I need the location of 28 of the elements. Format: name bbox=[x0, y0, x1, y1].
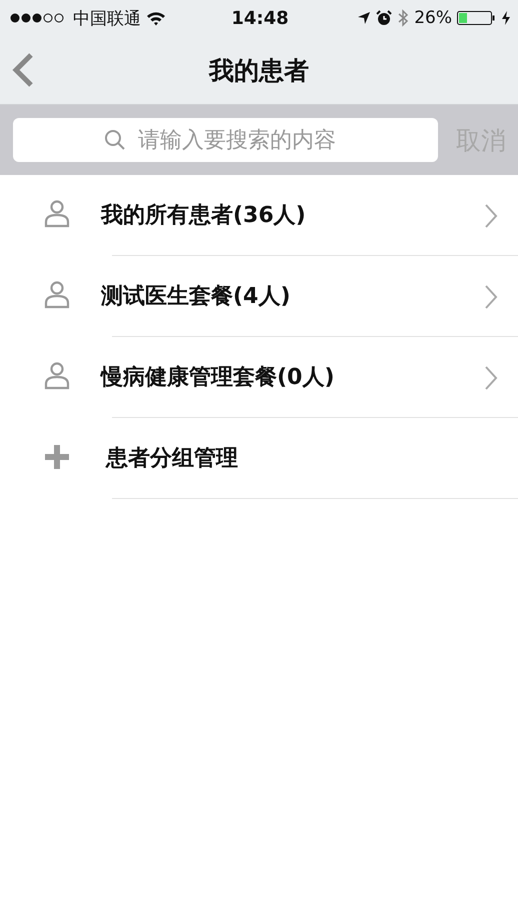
location-arrow-icon bbox=[357, 11, 372, 25]
charging-bolt-icon bbox=[502, 11, 510, 25]
battery-icon bbox=[456, 10, 497, 26]
person-icon bbox=[44, 280, 70, 308]
item-label: 测试医生套餐(4人) bbox=[101, 282, 292, 310]
list-item[interactable]: 慢病健康管理套餐(0人) bbox=[0, 337, 518, 418]
search-icon bbox=[104, 129, 126, 151]
clock-time: 14:48 bbox=[231, 8, 289, 28]
chevron-right-icon bbox=[484, 284, 498, 310]
battery-percent: 26% bbox=[414, 8, 452, 28]
carrier-name: 中国联通 bbox=[73, 8, 141, 30]
item-label: 慢病健康管理套餐(0人) bbox=[101, 364, 336, 392]
search-field[interactable]: 请输入要搜索的内容 bbox=[13, 118, 438, 162]
plus-icon bbox=[44, 444, 70, 470]
alarm-clock-icon bbox=[376, 10, 392, 26]
bluetooth-icon bbox=[397, 9, 410, 27]
chevron-right-icon bbox=[484, 202, 498, 228]
wifi-icon bbox=[146, 10, 166, 26]
list-item[interactable]: 测试医生套餐(4人) bbox=[0, 256, 518, 337]
list-item[interactable]: 患者分组管理 bbox=[0, 418, 518, 499]
list-item[interactable]: 我的所有患者(36人) bbox=[0, 175, 518, 256]
person-icon bbox=[44, 200, 70, 228]
page-title: 我的患者 bbox=[209, 54, 309, 86]
item-label: 患者分组管理 bbox=[106, 444, 239, 472]
person-icon bbox=[44, 362, 70, 390]
back-chevron-icon[interactable] bbox=[12, 53, 34, 87]
chevron-right-icon bbox=[484, 364, 498, 390]
item-label: 我的所有患者(36人) bbox=[101, 202, 307, 230]
